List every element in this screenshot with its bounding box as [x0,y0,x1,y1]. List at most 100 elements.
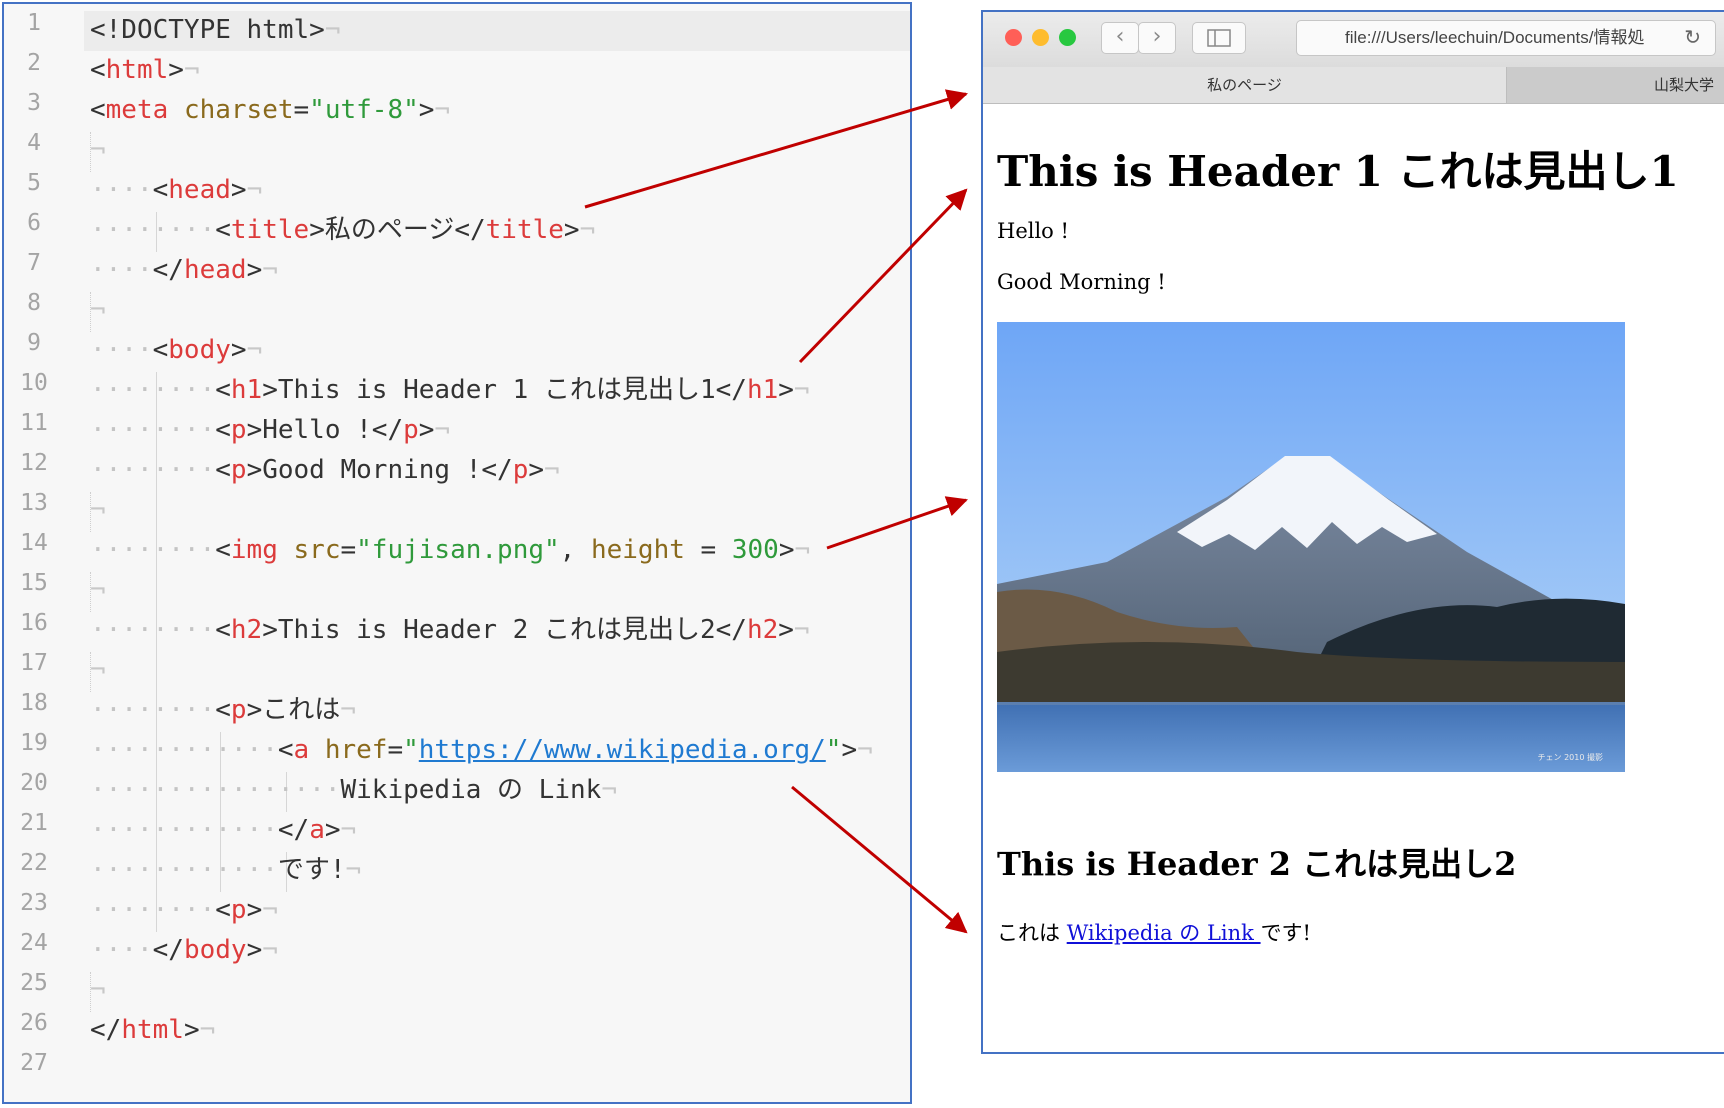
line-number: 23 [20,890,48,916]
line-number: 12 [20,450,48,476]
back-button[interactable]: ‹ [1101,22,1139,54]
forward-button[interactable]: › [1138,22,1176,54]
bracket: < [215,455,231,485]
line-number: 20 [20,770,48,796]
url-link[interactable]: https://www.wikipedia.org/ [419,735,826,765]
code-line-26[interactable]: </html>¬ [90,1010,215,1050]
bracket: </ [152,935,184,965]
indent-dots: ···· [90,815,153,845]
bracket: </ [90,1015,122,1045]
bracket: > [778,615,794,645]
line-number: 27 [20,1050,48,1076]
tag-name: h2 [746,615,779,645]
line-number: 22 [20,850,48,876]
browser-titlebar: ‹ › file:///Users/leechuin/Documents/情報処… [983,12,1724,68]
indent-dots: ···· [152,815,216,845]
code-line-17[interactable]: ¬ [90,650,106,690]
address-bar[interactable]: file:///Users/leechuin/Documents/情報処 ↻ [1296,20,1716,56]
tag-name: meta [105,95,169,125]
eol-mark: ¬ [90,975,106,1005]
code-line-19[interactable]: ············<a href="https://www.wikiped… [90,730,873,770]
code-line-7[interactable]: ····</head>¬ [90,250,278,290]
code-line-6[interactable]: ········<title>私のページ</title>¬ [90,210,595,250]
line-number: 6 [27,210,41,236]
tag-name: title [485,215,564,245]
code-line-2[interactable]: <html>¬ [90,50,200,90]
code-line-1[interactable]: <!DOCTYPE html>¬ [90,10,340,50]
code-line-9[interactable]: ····<body>¬ [90,330,262,370]
tag-name: a [293,735,310,765]
line-number: 4 [27,130,41,156]
line-number: 18 [20,690,48,716]
page-heading-1: This is Header 1 これは見出し1 [997,147,1679,196]
code-line-16[interactable]: ········<h2>This is Header 2 これは見出し2</h2… [90,610,810,650]
h2-text: This is Header 2 これは見出し2 [277,615,716,645]
indent-dots: ···· [277,775,341,805]
line-number: 21 [20,810,48,836]
code-line-14[interactable]: ········<img src="fujisan.png", height =… [90,530,810,570]
minimize-window-button[interactable] [1032,29,1049,46]
bracket: </ [481,455,513,485]
attr-value: "utf-8" [309,95,419,125]
bracket: > [246,935,263,965]
code-line-3[interactable]: <meta charset="utf-8">¬ [90,90,450,130]
bracket: < [90,55,106,85]
bracket: > [230,335,247,365]
code-line-10[interactable]: ········<h1>This is Header 1 これは見出し1</h1… [90,370,810,410]
indent-dots: ···· [90,535,153,565]
eol-mark: ¬ [262,255,278,285]
eol-mark: ¬ [90,295,106,325]
code-line-25[interactable]: ¬ [90,970,106,1010]
code-line-22[interactable]: ············です!¬ [90,850,361,890]
bracket: > [246,255,263,285]
line-number: 5 [27,170,41,196]
bracket: < [215,415,231,445]
bracket: > [246,455,263,485]
tab-my-page[interactable]: 私のページ [983,67,1507,103]
code-line-20[interactable]: ················Wikipedia の Link¬ [90,770,617,810]
attr-value: "fujisan.png" [356,535,560,565]
tab-yamanashi-university[interactable]: 山梨大学 [1507,67,1724,103]
indent-dots: ···· [90,935,153,965]
bracket: > [246,895,263,925]
bracket: > [246,415,263,445]
reload-icon[interactable]: ↻ [1684,25,1701,51]
operator: = [340,535,357,565]
line-number: 8 [27,290,41,316]
h1-text: This is Header 1 これは見出し1 [277,375,716,405]
line-number: 13 [20,490,48,516]
bracket: </ [715,375,747,405]
wikipedia-link[interactable]: Wikipedia の Link [1067,921,1261,945]
link-suffix: です! [1260,921,1312,945]
code-line-23[interactable]: ········<p>¬ [90,890,278,930]
line-number: 26 [20,1010,48,1036]
zoom-window-button[interactable] [1059,29,1076,46]
sidebar-icon [1207,29,1231,47]
code-line-21[interactable]: ············</a>¬ [90,810,356,850]
close-window-button[interactable] [1005,29,1022,46]
tag-name: body [183,935,247,965]
line-number: 3 [27,90,41,116]
indent-dots: ···· [90,455,153,485]
sidebar-button[interactable] [1192,22,1246,54]
indent-dots: ···· [215,855,278,885]
indent-dots: ···· [152,855,216,885]
code-line-15[interactable]: ¬ [90,570,106,610]
comma: , [559,535,591,565]
code-line-18[interactable]: ········<p>これは¬ [90,690,356,730]
indent-dots: ···· [152,615,216,645]
code-editor[interactable]: 1 2 3 4 5 6 7 8 9 10 11 12 13 14 15 16 1… [2,2,912,1104]
bracket: </ [371,415,404,445]
attr-name: src [293,535,341,565]
code-line-8[interactable]: ¬ [90,290,106,330]
code-line-13[interactable]: ¬ [90,490,106,530]
code-line-5[interactable]: ····<head>¬ [90,170,262,210]
eol-mark: ¬ [434,95,451,125]
code-line-24[interactable]: ····</body>¬ [90,930,278,970]
indent-dots: ···· [90,335,153,365]
page-heading-2: This is Header 2 これは見出し2 [997,845,1517,883]
code-line-4[interactable]: ¬ [90,130,106,170]
code-line-11[interactable]: ········<p>Hello !</p>¬ [90,410,450,450]
eol-mark: ¬ [793,375,810,405]
code-line-12[interactable]: ········<p>Good Morning !</p>¬ [90,450,560,490]
